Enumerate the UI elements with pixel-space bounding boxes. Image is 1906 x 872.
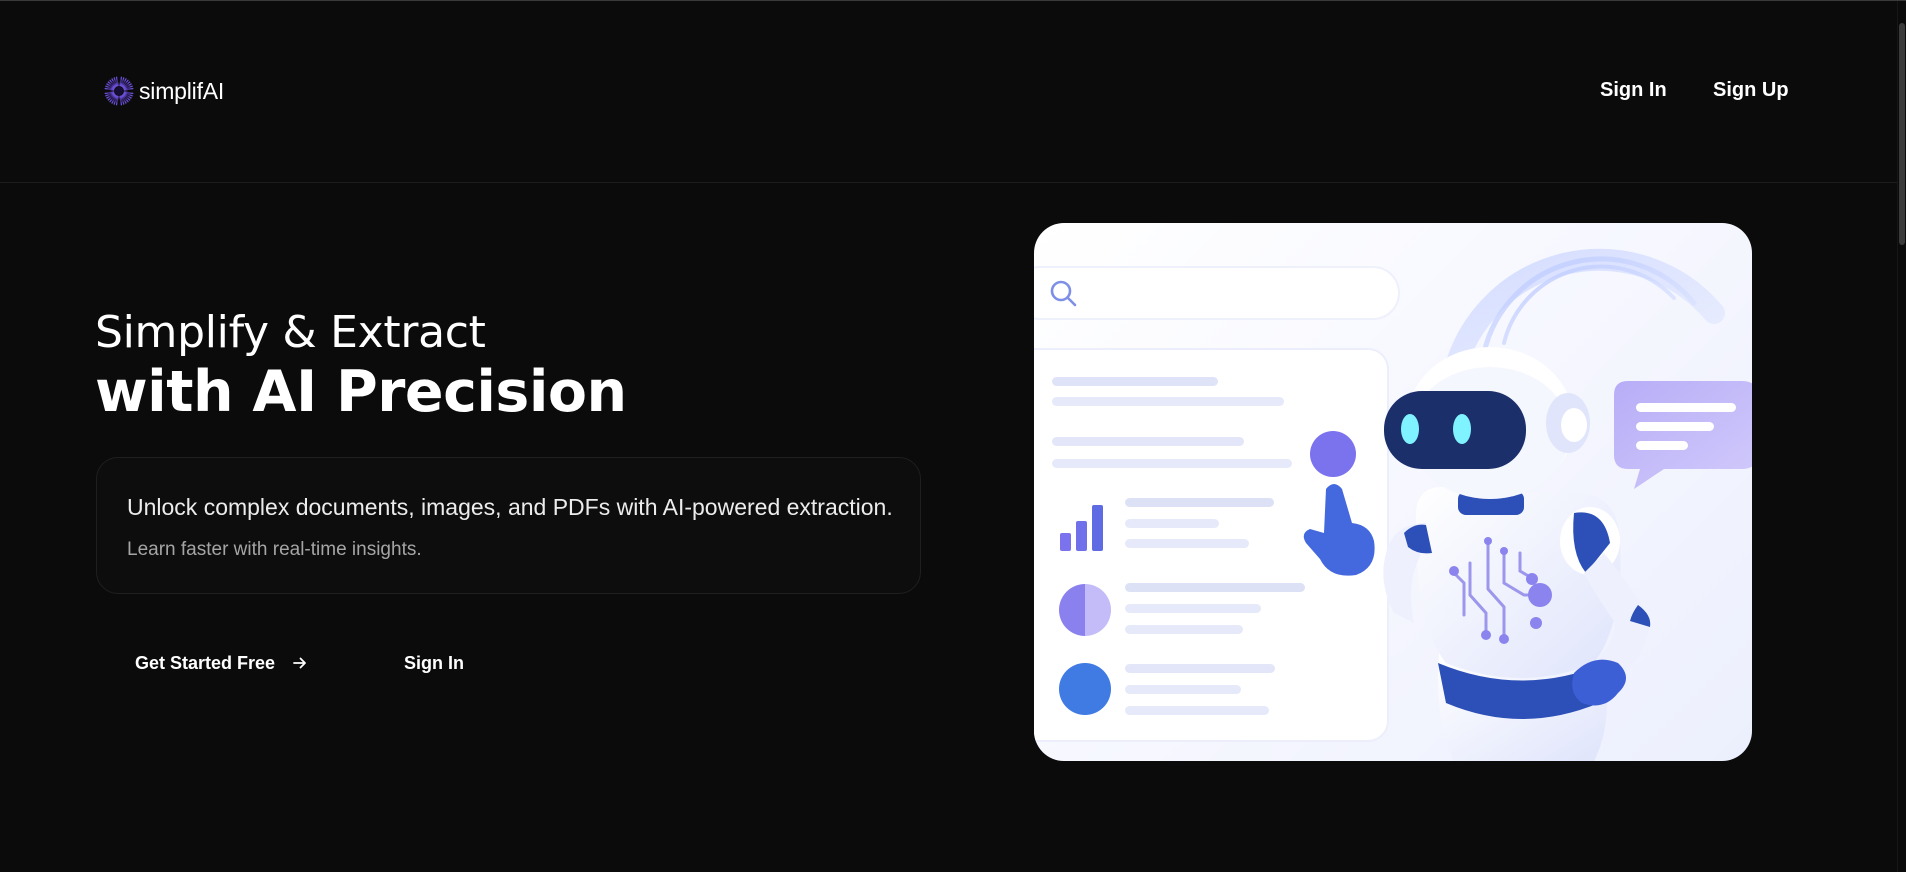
hero-sign-in-label: Sign In	[404, 652, 464, 673]
scrollbar-thumb[interactable]	[1899, 23, 1905, 245]
sunburst-logo-icon	[104, 76, 134, 106]
search-bar-graphic	[1034, 266, 1400, 320]
nav-sign-up-link[interactable]: Sign Up	[1713, 79, 1789, 109]
brand-name: simplifAI	[139, 77, 225, 104]
arrow-right-icon	[293, 657, 306, 669]
brand-logo[interactable]: simplifAI	[104, 75, 224, 107]
get-started-button[interactable]: Get Started Free	[135, 650, 309, 676]
hero-title-line-1: Simplify & Extract	[95, 307, 486, 358]
app-window: simplifAI Sign In Sign Up Simplify & Ext…	[0, 0, 1906, 872]
top-navbar: simplifAI Sign In Sign Up	[0, 1, 1897, 183]
hero-sign-in-button[interactable]: Sign In	[404, 650, 464, 676]
hero-description: Unlock complex documents, images, and PD…	[127, 494, 893, 520]
get-started-label: Get Started Free	[135, 652, 276, 673]
page-scrollbar[interactable]	[1897, 1, 1906, 872]
hero-title-line-2: with AI Precision	[95, 359, 627, 425]
nav-sign-in-link[interactable]: Sign In	[1600, 79, 1667, 109]
hero-subtext: Learn faster with real-time insights.	[127, 539, 422, 560]
hero-description-card: Unlock complex documents, images, and PD…	[96, 457, 921, 594]
chat-bubble-graphic	[1614, 381, 1752, 489]
floating-dot	[1310, 431, 1356, 477]
robot-assistant-illustration	[1034, 223, 1752, 761]
